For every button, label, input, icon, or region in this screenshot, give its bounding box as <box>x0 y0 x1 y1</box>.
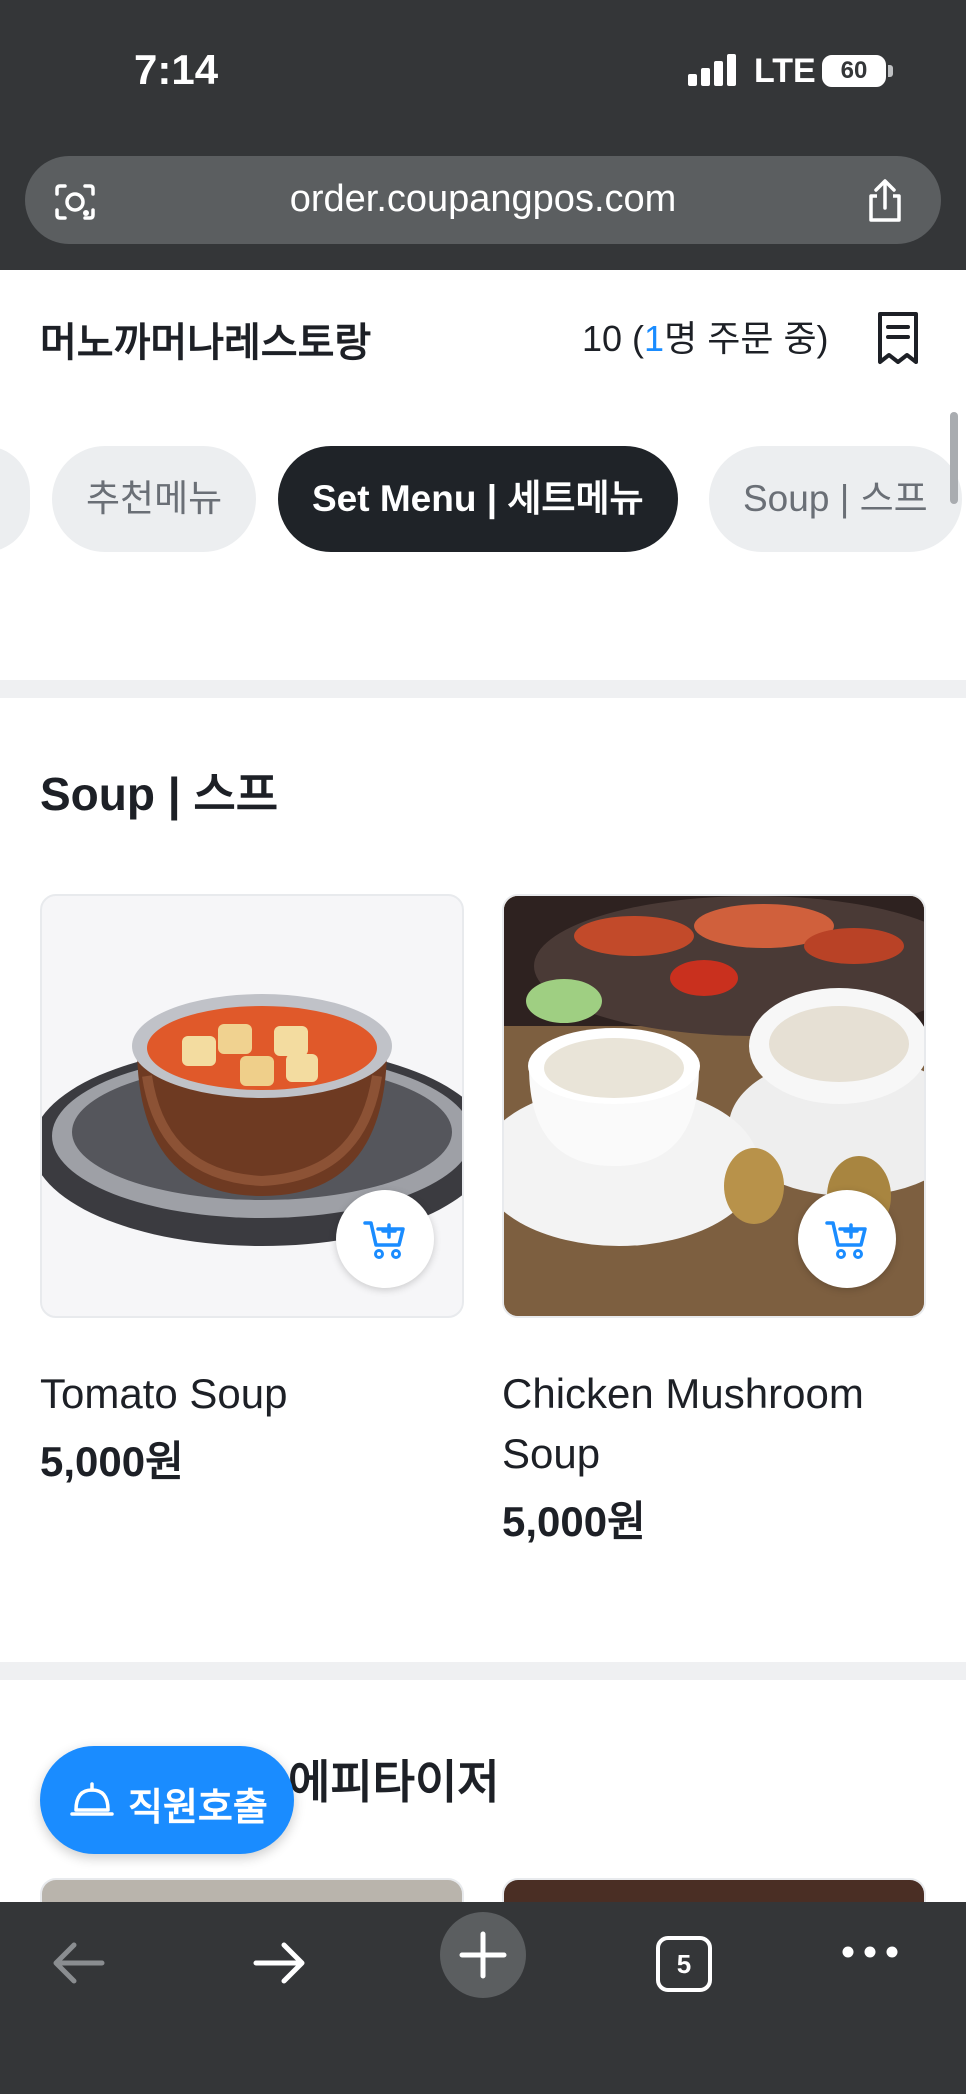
add-to-cart-icon <box>825 1221 867 1259</box>
browser-toolbar: 5 <box>0 1902 966 2094</box>
status-time: 7:14 <box>134 46 219 93</box>
forward-arrow-icon[interactable] <box>250 1938 310 1988</box>
new-tab-plus-icon <box>459 1931 507 1979</box>
chip-partial[interactable] <box>0 446 30 552</box>
battery-icon: 60 <box>822 55 886 87</box>
menu-item-price: 5,000원 <box>502 1498 646 1545</box>
url-text[interactable]: order.coupangpos.com <box>25 178 941 221</box>
ordering-count: 1 <box>644 318 665 359</box>
new-tab-button[interactable] <box>440 1912 526 1998</box>
status-bar: 7:14 LTE 60 <box>0 0 966 140</box>
network-type: LTE <box>754 52 816 90</box>
chip-recommended[interactable]: 추천메뉴 <box>52 446 257 552</box>
table-status: 10 (1명 주문 중) <box>582 310 829 362</box>
ordering-suffix: 명 주문 중) <box>664 318 829 359</box>
scrollbar[interactable] <box>950 412 958 504</box>
category-chips: 추천메뉴 Set Menu | 세트메뉴 Soup | 스프 <box>0 430 966 560</box>
section-divider <box>0 1662 966 1680</box>
section-title-soup: Soup | 스프 <box>40 768 279 820</box>
chip-soup[interactable]: Soup | 스프 <box>709 446 962 552</box>
chip-set-menu[interactable]: Set Menu | 세트메뉴 <box>278 446 678 552</box>
menu-item-card[interactable]: Tomato Soup 5,000원 <box>40 894 464 1494</box>
receipt-icon[interactable] <box>876 310 920 366</box>
call-staff-label: 직원호출 <box>128 1787 268 1829</box>
add-to-cart-button[interactable] <box>798 1190 896 1288</box>
menu-item-card[interactable]: Chicken Mushroom Soup 5,000원 <box>502 894 926 1554</box>
table-paren: ( <box>622 318 645 359</box>
add-to-cart-button[interactable] <box>336 1190 434 1288</box>
bell-icon <box>70 1782 114 1816</box>
table-number: 10 <box>582 318 623 359</box>
call-staff-button[interactable]: 직원호출 <box>40 1746 294 1854</box>
browser-address-row: order.coupangpos.com <box>0 140 966 270</box>
menu-item-name: Chicken Mushroom Soup <box>502 1370 864 1477</box>
battery-tip <box>888 65 893 77</box>
signal-strength-icon <box>688 54 736 86</box>
add-to-cart-icon <box>363 1221 405 1259</box>
menu-item-price: 5,000원 <box>40 1438 184 1485</box>
menu-item-name: Tomato Soup <box>40 1370 288 1417</box>
section-divider <box>0 680 966 698</box>
address-bar[interactable]: order.coupangpos.com <box>25 156 941 244</box>
more-dots-icon[interactable] <box>838 1942 902 1962</box>
tabs-count-icon[interactable]: 5 <box>656 1936 712 1992</box>
back-arrow-icon[interactable] <box>48 1938 108 1988</box>
restaurant-header: 머노까머나레스토랑 10 (1명 주문 중) <box>0 270 966 400</box>
share-icon[interactable] <box>863 178 907 224</box>
restaurant-name: 머노까머나레스토랑 <box>40 321 372 365</box>
